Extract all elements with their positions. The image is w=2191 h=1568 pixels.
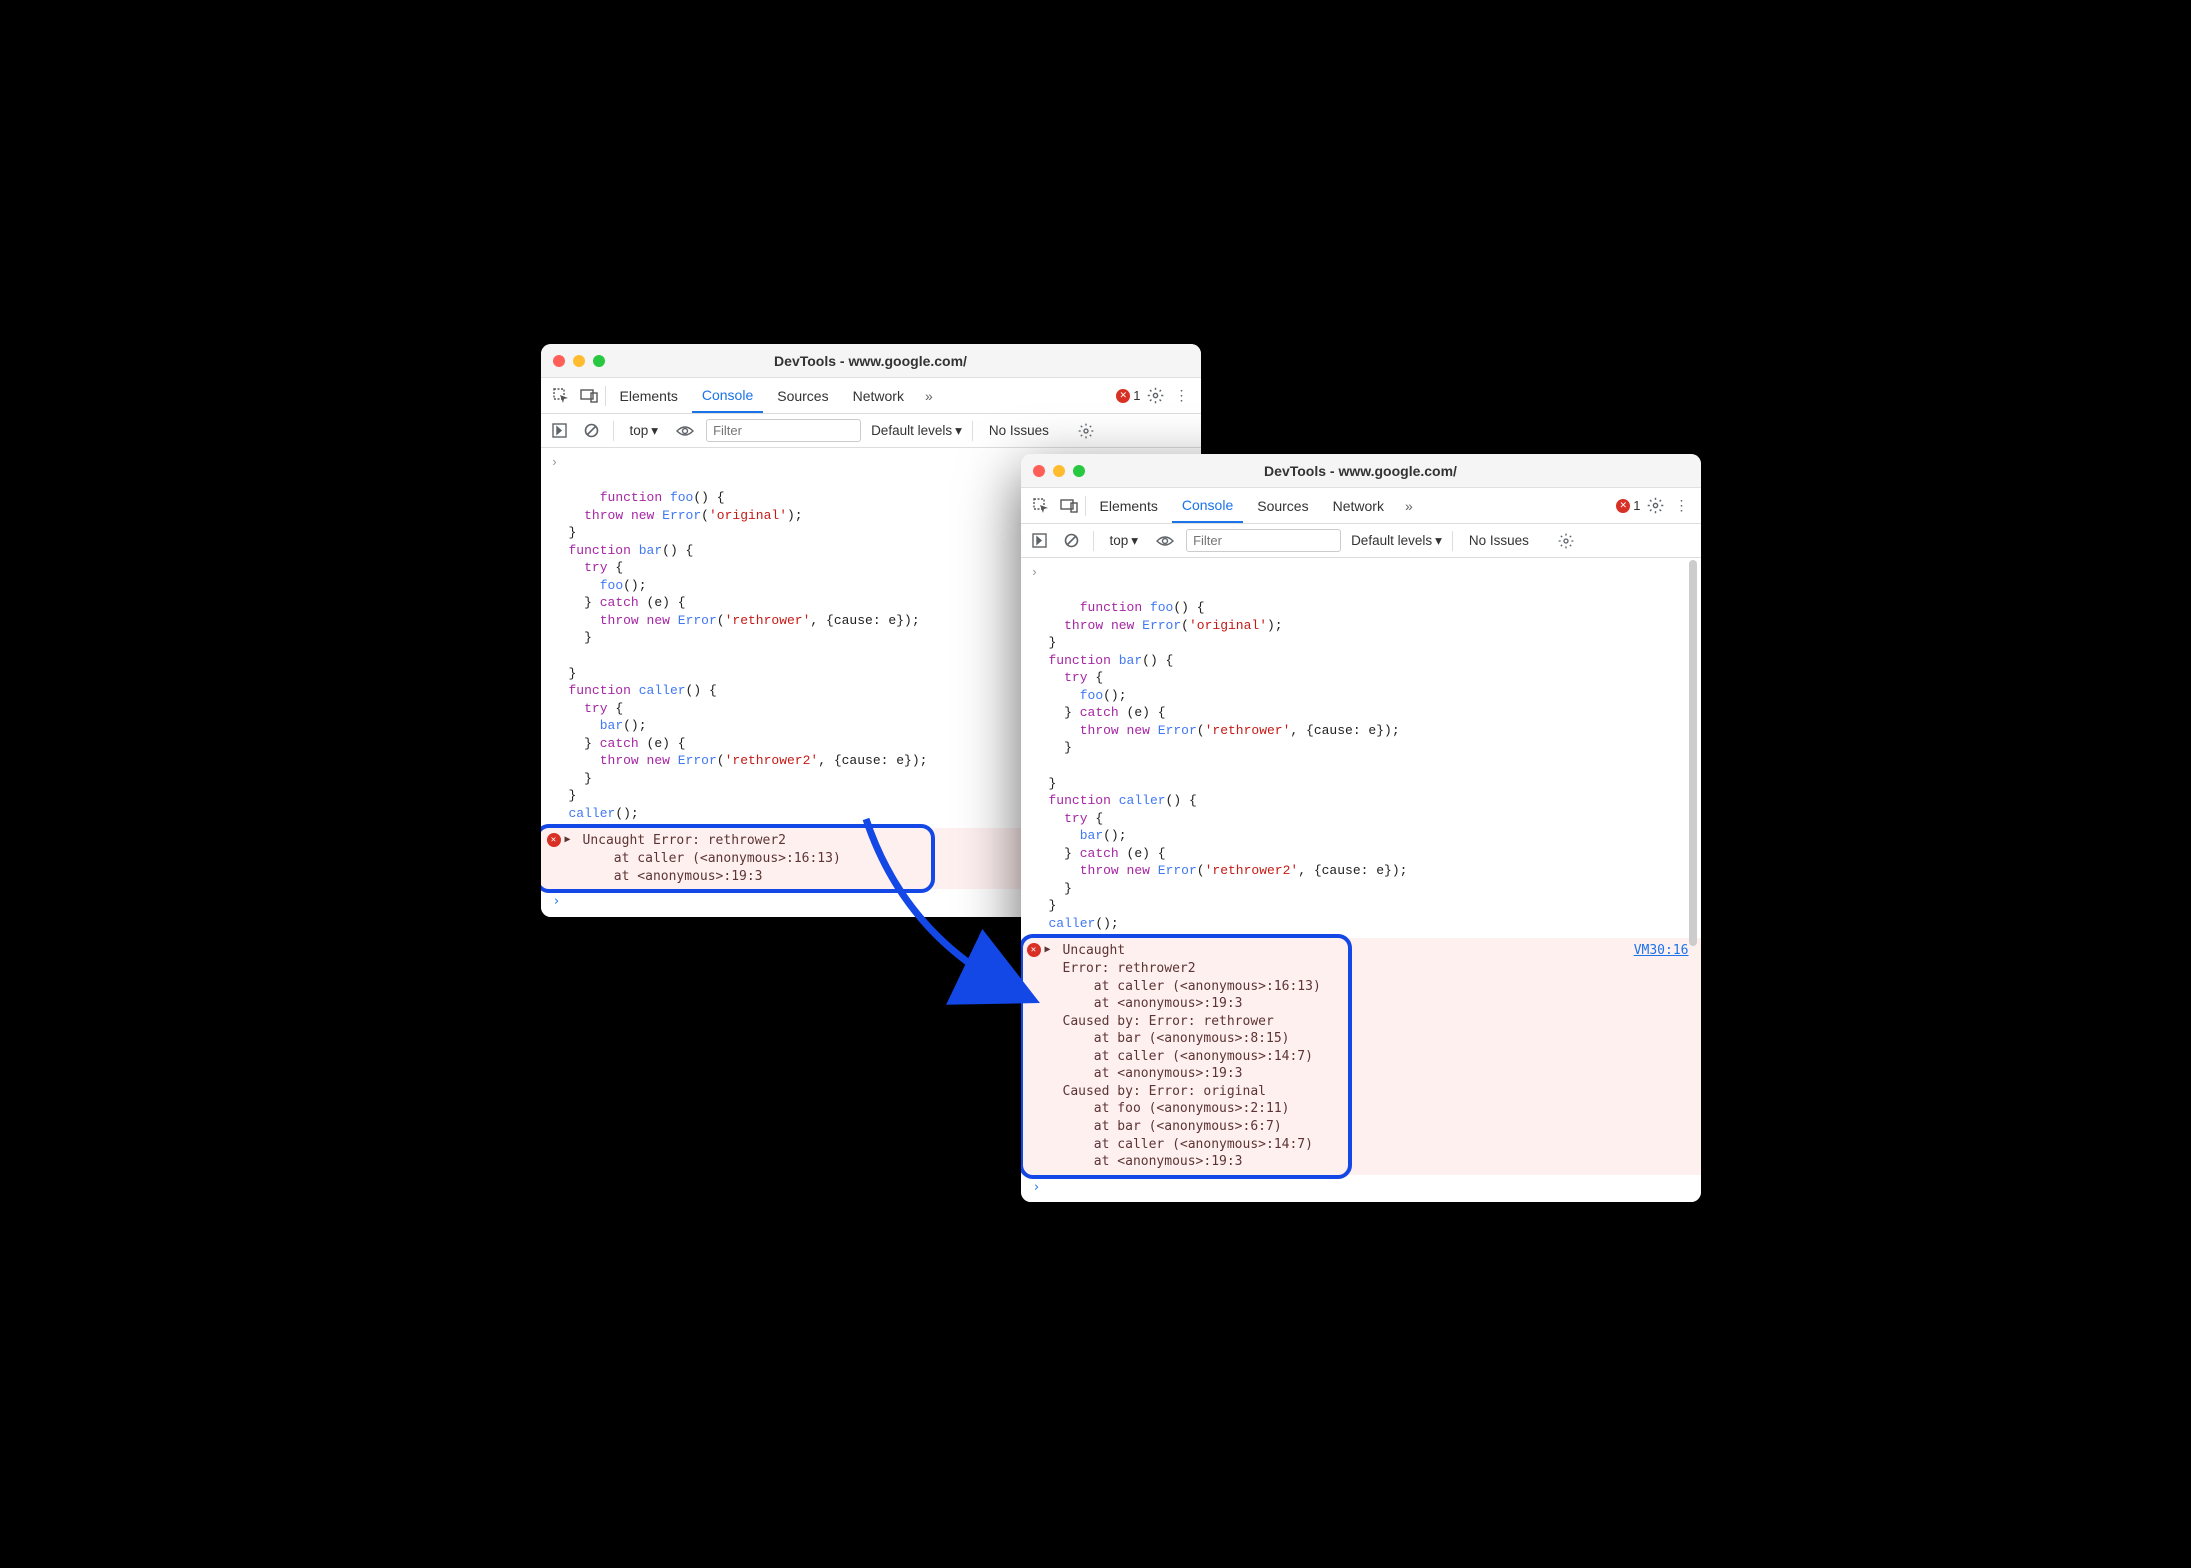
console-input-past: › function foo() { throw new Error('orig… bbox=[1021, 558, 1701, 938]
error-badge[interactable]: 1 bbox=[1116, 388, 1140, 403]
traffic-lights bbox=[1033, 465, 1085, 477]
device-toggle-icon[interactable] bbox=[1057, 494, 1081, 518]
error-source-link[interactable]: VM30:16 bbox=[1634, 942, 1689, 960]
tab-network[interactable]: Network bbox=[1323, 488, 1394, 523]
clear-console-icon[interactable] bbox=[1061, 530, 1083, 552]
close-button[interactable] bbox=[553, 355, 565, 367]
expand-chevron-icon[interactable]: ▶ bbox=[1045, 943, 1051, 957]
titlebar[interactable]: DevTools - www.google.com/ bbox=[1021, 454, 1701, 488]
tab-sources[interactable]: Sources bbox=[1247, 488, 1318, 523]
console-toolbar: top ▾ Default levels ▾ No Issues bbox=[1021, 524, 1701, 558]
error-message[interactable]: ▶ VM30:16 Uncaught Error: rethrower2 at … bbox=[1021, 938, 1701, 1174]
error-icon bbox=[1616, 499, 1630, 513]
input-chevron-icon: › bbox=[551, 454, 559, 472]
chevron-down-icon: ▾ bbox=[651, 423, 658, 439]
console-toolbar: top ▾ Default levels ▾ No Issues bbox=[541, 414, 1201, 448]
error-count: 1 bbox=[1133, 388, 1140, 403]
more-tabs-icon[interactable]: » bbox=[918, 385, 940, 407]
kebab-menu-icon[interactable]: ⋮ bbox=[1671, 495, 1693, 517]
issues-button[interactable]: No Issues bbox=[1463, 533, 1535, 548]
context-label: top bbox=[630, 423, 649, 438]
context-selector[interactable]: top ▾ bbox=[1104, 531, 1145, 551]
inspect-icon[interactable] bbox=[549, 384, 573, 408]
sidebar-toggle-icon[interactable] bbox=[549, 420, 571, 442]
error-icon bbox=[1116, 389, 1130, 403]
context-label: top bbox=[1110, 533, 1129, 548]
minimize-button[interactable] bbox=[573, 355, 585, 367]
tab-console[interactable]: Console bbox=[1172, 488, 1243, 523]
sidebar-toggle-icon[interactable] bbox=[1029, 530, 1051, 552]
titlebar[interactable]: DevTools - www.google.com/ bbox=[541, 344, 1201, 378]
console-settings-icon[interactable] bbox=[1555, 530, 1577, 552]
scrollbar-thumb[interactable] bbox=[1689, 560, 1697, 946]
log-levels-selector[interactable]: Default levels ▾ bbox=[871, 423, 962, 439]
window-title: DevTools - www.google.com/ bbox=[1033, 463, 1689, 479]
device-toggle-icon[interactable] bbox=[577, 384, 601, 408]
clear-console-icon[interactable] bbox=[581, 420, 603, 442]
panel-tabs: Elements Console Sources Network » 1 ⋮ bbox=[1021, 488, 1701, 524]
more-tabs-icon[interactable]: » bbox=[1398, 495, 1420, 517]
chevron-down-icon: ▾ bbox=[1131, 533, 1138, 549]
console-settings-icon[interactable] bbox=[1075, 420, 1097, 442]
console-body: › function foo() { throw new Error('orig… bbox=[1021, 558, 1701, 1202]
expand-chevron-icon[interactable]: ▶ bbox=[565, 833, 571, 847]
error-count: 1 bbox=[1633, 498, 1640, 513]
filter-input[interactable] bbox=[1186, 529, 1341, 552]
devtools-window-after: DevTools - www.google.com/ Elements Cons… bbox=[1021, 454, 1701, 1202]
inspect-icon[interactable] bbox=[1029, 494, 1053, 518]
traffic-lights bbox=[553, 355, 605, 367]
context-selector[interactable]: top ▾ bbox=[624, 421, 665, 441]
error-icon bbox=[547, 833, 561, 847]
chevron-down-icon: ▾ bbox=[1435, 533, 1442, 549]
kebab-menu-icon[interactable]: ⋮ bbox=[1171, 385, 1193, 407]
zoom-button[interactable] bbox=[1073, 465, 1085, 477]
tab-sources[interactable]: Sources bbox=[767, 378, 838, 413]
error-icon bbox=[1027, 943, 1041, 957]
minimize-button[interactable] bbox=[1053, 465, 1065, 477]
error-text: Error: rethrower2 at caller (<anonymous>… bbox=[1063, 960, 1693, 1171]
input-chevron-icon: › bbox=[1031, 564, 1039, 582]
tab-network[interactable]: Network bbox=[843, 378, 914, 413]
live-expression-icon[interactable] bbox=[1154, 530, 1176, 552]
levels-label: Default levels bbox=[1351, 533, 1432, 548]
tab-console[interactable]: Console bbox=[692, 378, 763, 413]
error-header: Uncaught bbox=[1063, 943, 1126, 958]
error-badge[interactable]: 1 bbox=[1616, 498, 1640, 513]
console-prompt[interactable] bbox=[1021, 1175, 1701, 1203]
panel-tabs: Elements Console Sources Network » 1 ⋮ bbox=[541, 378, 1201, 414]
settings-icon[interactable] bbox=[1145, 385, 1167, 407]
live-expression-icon[interactable] bbox=[674, 420, 696, 442]
close-button[interactable] bbox=[1033, 465, 1045, 477]
tab-elements[interactable]: Elements bbox=[610, 378, 688, 413]
window-title: DevTools - www.google.com/ bbox=[553, 353, 1189, 369]
settings-icon[interactable] bbox=[1645, 495, 1667, 517]
issues-button[interactable]: No Issues bbox=[983, 423, 1055, 438]
filter-input[interactable] bbox=[706, 419, 861, 442]
levels-label: Default levels bbox=[871, 423, 952, 438]
chevron-down-icon: ▾ bbox=[955, 423, 962, 439]
scrollbar[interactable] bbox=[1689, 558, 1699, 1202]
zoom-button[interactable] bbox=[593, 355, 605, 367]
tab-elements[interactable]: Elements bbox=[1090, 488, 1168, 523]
log-levels-selector[interactable]: Default levels ▾ bbox=[1351, 533, 1442, 549]
